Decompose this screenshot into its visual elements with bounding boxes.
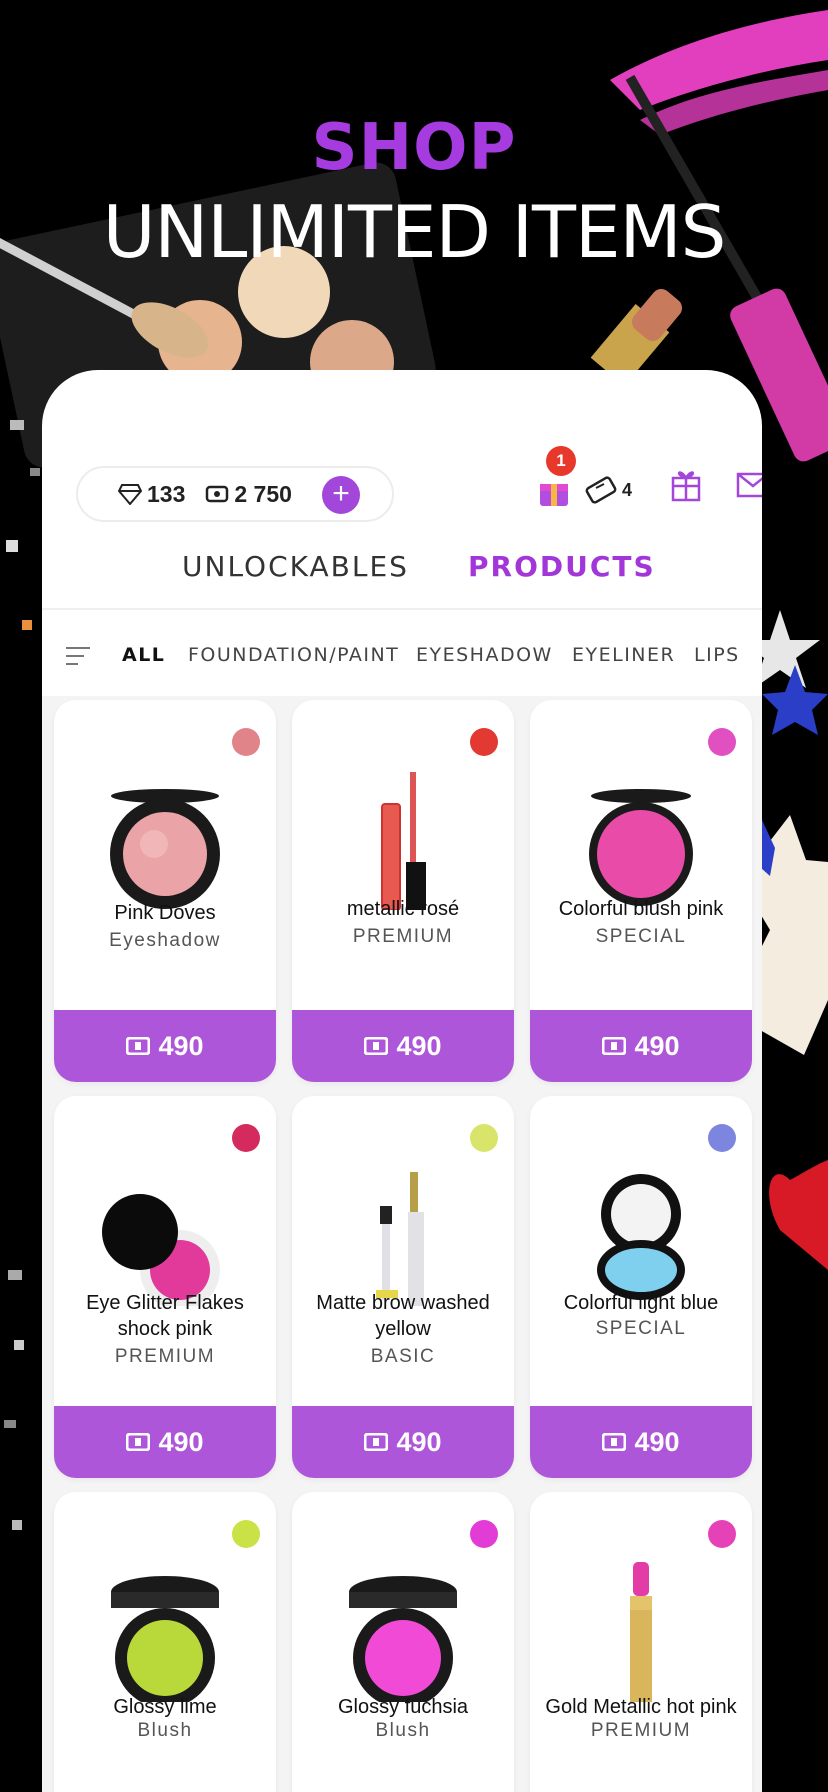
hero-title: SHOP (311, 111, 517, 185)
gift-box-icon[interactable] (536, 472, 572, 508)
tab-unlockables[interactable]: UNLOCKABLES (182, 550, 409, 583)
glitter-jar-icon (102, 1194, 220, 1306)
product-category: Blush (137, 1720, 193, 1741)
cash-icon (206, 485, 229, 503)
product-category: Eyeshadow (109, 930, 221, 951)
product-card[interactable]: Eye Glitter Flakes shock pink PREMIUM 49… (54, 1096, 276, 1478)
color-swatch (470, 1520, 498, 1548)
color-swatch (470, 1124, 498, 1152)
lipstick-icon (630, 1562, 652, 1702)
gift-notification-badge: 1 (546, 446, 576, 476)
buy-button[interactable]: 490 (292, 1010, 514, 1082)
diamond-icon (118, 484, 142, 505)
color-swatch (708, 1124, 736, 1152)
product-grid: Pink Doves Eyeshadow 490 metallic rosé P… (42, 696, 762, 1792)
filter-foundation-paint[interactable]: FOUNDATION/PAINT (188, 644, 399, 666)
cash-icon (602, 1433, 627, 1451)
product-category: Blush (375, 1720, 431, 1741)
buy-button[interactable]: 490 (292, 1406, 514, 1478)
filter-all[interactable]: ALL (122, 644, 165, 666)
color-swatch (708, 1520, 736, 1548)
shop-tabs: UNLOCKABLES PRODUCTS (42, 550, 762, 610)
product-name: Glossy fuchsia (337, 1696, 469, 1718)
price: 490 (634, 1426, 680, 1457)
blush-compact-icon (589, 789, 693, 906)
product-card[interactable]: Glossy lime Blush (54, 1492, 276, 1792)
cash-icon (126, 1037, 151, 1055)
eyeshadow-compact-icon (110, 789, 220, 909)
product-card[interactable]: Colorful light blue SPECIAL 490 (530, 1096, 752, 1478)
ticket-count: 4 (622, 480, 633, 500)
cash-icon (126, 1433, 151, 1451)
product-name: Glossy lime (113, 1696, 217, 1718)
price: 490 (634, 1030, 680, 1061)
mail-icon[interactable] (736, 472, 762, 498)
product-category: SPECIAL (595, 1318, 687, 1339)
category-filter-bar: ALL FOUNDATION/PAINT EYESHADOW EYELINER … (42, 638, 762, 678)
product-name: Eye Glitter Flakes shock pink (86, 1292, 244, 1340)
price: 490 (158, 1426, 204, 1457)
filter-lips[interactable]: LIPS (694, 644, 740, 666)
color-swatch (470, 728, 498, 756)
wallet-pill: 133 2 750 + (76, 466, 394, 522)
price: 490 (396, 1426, 442, 1457)
gift-icon[interactable] (670, 466, 702, 502)
product-category: PREMIUM (352, 926, 454, 947)
product-category: BASIC (370, 1346, 436, 1367)
top-bar: 133 2 750 + 1 4 (76, 446, 762, 522)
buy-button[interactable]: 490 (530, 1406, 752, 1478)
product-card[interactable]: Glossy fuchsia Blush (292, 1492, 514, 1792)
product-name: metallic rosé (346, 898, 460, 920)
gems-balance: 133 (118, 481, 185, 508)
product-name: Colorful light blue (563, 1292, 719, 1314)
product-name: Colorful blush pink (558, 898, 724, 920)
gems-count: 133 (147, 480, 186, 507)
product-name: Matte brow washed yellow (316, 1292, 490, 1340)
buy-button[interactable]: 490 (54, 1406, 276, 1478)
blush-pot-icon (111, 1576, 219, 1702)
color-swatch (708, 728, 736, 756)
cash-balance: 2 750 (205, 481, 292, 508)
sort-filter-icon[interactable] (64, 644, 92, 668)
buy-button[interactable]: 490 (54, 1010, 276, 1082)
add-currency-button[interactable]: + (322, 476, 360, 514)
product-name: Pink Doves (114, 902, 216, 924)
product-category: PREMIUM (114, 1346, 216, 1367)
blush-pot-icon (349, 1576, 457, 1702)
cash-count: 2 750 (234, 480, 292, 507)
filter-eyeliner[interactable]: EYELINER (572, 644, 675, 666)
product-category: PREMIUM (590, 1720, 692, 1741)
hero-subtitle: UNLIMITED ITEMS (102, 190, 727, 274)
product-card[interactable]: metallic rosé PREMIUM 490 (292, 700, 514, 1082)
color-swatch (232, 728, 260, 756)
lip-gloss-icon (381, 772, 426, 910)
cash-icon (364, 1433, 389, 1451)
product-card[interactable]: Pink Doves Eyeshadow 490 (54, 700, 276, 1082)
hero-heading: SHOP UNLIMITED ITEMS (0, 110, 828, 274)
product-card[interactable]: Gold Metallic hot pink PREMIUM (530, 1492, 752, 1792)
color-swatch (232, 1520, 260, 1548)
compact-mirror-icon (597, 1174, 685, 1300)
cash-icon (364, 1037, 389, 1055)
price: 490 (396, 1030, 442, 1061)
product-card[interactable]: Colorful blush pink SPECIAL 490 (530, 700, 752, 1082)
product-category: SPECIAL (595, 926, 687, 947)
tabs-divider (42, 608, 762, 610)
tab-products[interactable]: PRODUCTS (468, 550, 656, 583)
color-swatch (232, 1124, 260, 1152)
ticket-icon[interactable] (584, 474, 620, 506)
shop-screen: 133 2 750 + 1 4 UNLOCKABLES PRODUCTS ALL… (42, 370, 762, 1792)
brow-mascara-icon (376, 1172, 424, 1306)
product-name: Gold Metallic hot pink (545, 1696, 737, 1718)
price: 490 (158, 1030, 204, 1061)
buy-button[interactable]: 490 (530, 1010, 752, 1082)
cash-icon (602, 1037, 627, 1055)
filter-eyeshadow[interactable]: EYESHADOW (416, 644, 553, 666)
product-card[interactable]: Matte brow washed yellow BASIC 490 (292, 1096, 514, 1478)
